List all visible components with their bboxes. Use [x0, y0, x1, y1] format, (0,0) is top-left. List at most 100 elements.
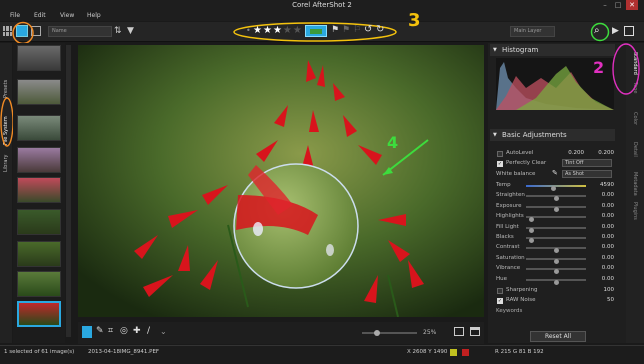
- unflag-icon[interactable]: ⚐: [353, 25, 361, 35]
- adjustment-value[interactable]: 0.00: [592, 192, 614, 198]
- autolevel-checkbox[interactable]: [497, 151, 503, 157]
- histogram-header[interactable]: Histogram: [490, 44, 615, 56]
- more-tools-icon[interactable]: ⌄: [160, 327, 167, 336]
- adjustment-value[interactable]: 0.00: [592, 203, 614, 209]
- autolevel-value-2[interactable]: 0.200: [592, 150, 614, 156]
- menu-edit[interactable]: Edit: [34, 12, 46, 19]
- white-balance-select[interactable]: As Shot: [562, 170, 612, 178]
- adjustment-value[interactable]: 0.00: [592, 276, 614, 282]
- menu-help[interactable]: Help: [87, 12, 101, 19]
- sort-direction-icon[interactable]: ⇅: [114, 26, 122, 36]
- adjustment-value[interactable]: 0.00: [592, 244, 614, 250]
- fullscreen-icon[interactable]: [624, 26, 634, 36]
- heal-icon[interactable]: ✚: [133, 326, 141, 336]
- star-rating[interactable]: ★★★★★: [253, 25, 303, 36]
- thumbnail-selected[interactable]: [17, 301, 61, 327]
- actual-size-icon[interactable]: [470, 327, 480, 336]
- thumbnail[interactable]: [17, 271, 61, 297]
- maximize-button[interactable]: □: [612, 0, 624, 10]
- thumbnail[interactable]: [17, 79, 61, 105]
- image-canvas[interactable]: [78, 45, 484, 317]
- filter-icon[interactable]: ▼: [127, 26, 134, 36]
- adjustment-value[interactable]: 4590: [592, 182, 614, 188]
- sort-select[interactable]: Name: [48, 26, 112, 37]
- layer-select[interactable]: Main Layer: [510, 26, 555, 37]
- right-tab[interactable]: Plugins: [632, 202, 638, 220]
- zoom-slider[interactable]: [362, 330, 417, 336]
- thumbnail[interactable]: [17, 45, 61, 71]
- right-tab[interactable]: Metadata: [632, 172, 638, 196]
- reset-all-button[interactable]: Reset All: [530, 331, 586, 342]
- raw-noise-checkbox[interactable]: ✓: [497, 298, 503, 304]
- play-icon[interactable]: ▶: [612, 26, 619, 36]
- reject-flag-icon[interactable]: ⚑: [342, 25, 350, 35]
- close-button[interactable]: ✕: [626, 0, 638, 10]
- slider-knob[interactable]: [553, 258, 559, 264]
- slider-knob[interactable]: [528, 227, 534, 233]
- perfectly-clear-checkbox[interactable]: ✓: [497, 161, 503, 167]
- collapse-arrow-icon[interactable]: ▼: [493, 47, 497, 53]
- adjustment-slider[interactable]: [526, 195, 586, 202]
- adjustment-value[interactable]: 0.00: [592, 234, 614, 240]
- adjustment-slider[interactable]: [526, 237, 586, 243]
- adjustment-slider[interactable]: [526, 257, 586, 264]
- fit-view-icon[interactable]: [454, 327, 464, 336]
- right-tab[interactable]: Detail: [632, 142, 638, 157]
- basic-adjustments-header[interactable]: Basic Adjustments: [490, 129, 615, 141]
- perfectly-clear-select[interactable]: Tint Off: [562, 159, 612, 167]
- autolevel-value-1[interactable]: 0.200: [562, 150, 584, 156]
- slider-knob[interactable]: [553, 196, 559, 202]
- slider-knob[interactable]: [553, 248, 559, 254]
- rating-star[interactable]: ★: [283, 25, 293, 36]
- menu-file[interactable]: File: [10, 12, 20, 19]
- adjustment-value[interactable]: 0.00: [592, 265, 614, 271]
- sharpening-checkbox[interactable]: [497, 288, 503, 294]
- slider-knob[interactable]: [528, 217, 534, 223]
- adjustment-slider[interactable]: [526, 278, 586, 285]
- adjustment-slider[interactable]: [526, 247, 586, 254]
- brush-icon[interactable]: /: [147, 326, 150, 336]
- hand-tool-icon[interactable]: [82, 326, 92, 338]
- adjustment-value[interactable]: 0.00: [592, 255, 614, 261]
- slider-knob[interactable]: [553, 206, 559, 212]
- slider-knob[interactable]: [550, 186, 556, 191]
- thumbnail[interactable]: [17, 115, 61, 141]
- redeye-icon[interactable]: ◎: [120, 326, 128, 336]
- minimize-button[interactable]: –: [599, 0, 611, 10]
- rating-star[interactable]: ★: [263, 25, 273, 36]
- adjustment-value[interactable]: 0.00: [592, 224, 614, 230]
- filmstrip[interactable]: [13, 43, 65, 343]
- rating-clear-icon[interactable]: •: [246, 26, 251, 35]
- slider-knob[interactable]: [553, 279, 559, 285]
- raw-noise-value[interactable]: 50: [592, 297, 614, 303]
- filmstrip-scrollbar[interactable]: [66, 45, 71, 337]
- thumbnail[interactable]: [17, 209, 61, 235]
- rating-star[interactable]: ★: [273, 25, 283, 36]
- sharpening-value[interactable]: 100: [592, 287, 615, 293]
- adjustment-slider[interactable]: [526, 216, 586, 223]
- rotate-left-icon[interactable]: ↺: [364, 24, 372, 35]
- slider-knob[interactable]: [553, 269, 559, 275]
- rotate-right-icon[interactable]: ↻: [376, 24, 384, 35]
- rating-star[interactable]: ★: [293, 25, 303, 36]
- adjustment-slider[interactable]: [526, 226, 586, 233]
- tab-library[interactable]: Library: [3, 155, 9, 172]
- menu-view[interactable]: View: [60, 12, 74, 19]
- right-tab[interactable]: Color: [632, 112, 638, 125]
- adjustment-value[interactable]: 0.00: [592, 213, 614, 219]
- eyedropper-icon[interactable]: ✎: [96, 326, 104, 336]
- search-icon[interactable]: ⌕: [594, 25, 600, 36]
- thumbnail[interactable]: [17, 177, 61, 203]
- thumbnail[interactable]: [17, 241, 61, 267]
- crop-icon[interactable]: ⌗: [108, 326, 113, 336]
- color-label-button[interactable]: [305, 25, 327, 37]
- flag-icon[interactable]: ⚑: [331, 25, 339, 35]
- wb-picker-icon[interactable]: ✎: [552, 169, 558, 177]
- collapse-arrow-icon[interactable]: ▼: [493, 132, 497, 138]
- adjustment-slider[interactable]: [526, 205, 586, 212]
- rating-star[interactable]: ★: [253, 25, 263, 36]
- slider-knob[interactable]: [528, 238, 534, 243]
- adjustment-slider[interactable]: [526, 185, 586, 191]
- thumbnail[interactable]: [17, 147, 61, 173]
- adjustment-slider[interactable]: [526, 268, 586, 275]
